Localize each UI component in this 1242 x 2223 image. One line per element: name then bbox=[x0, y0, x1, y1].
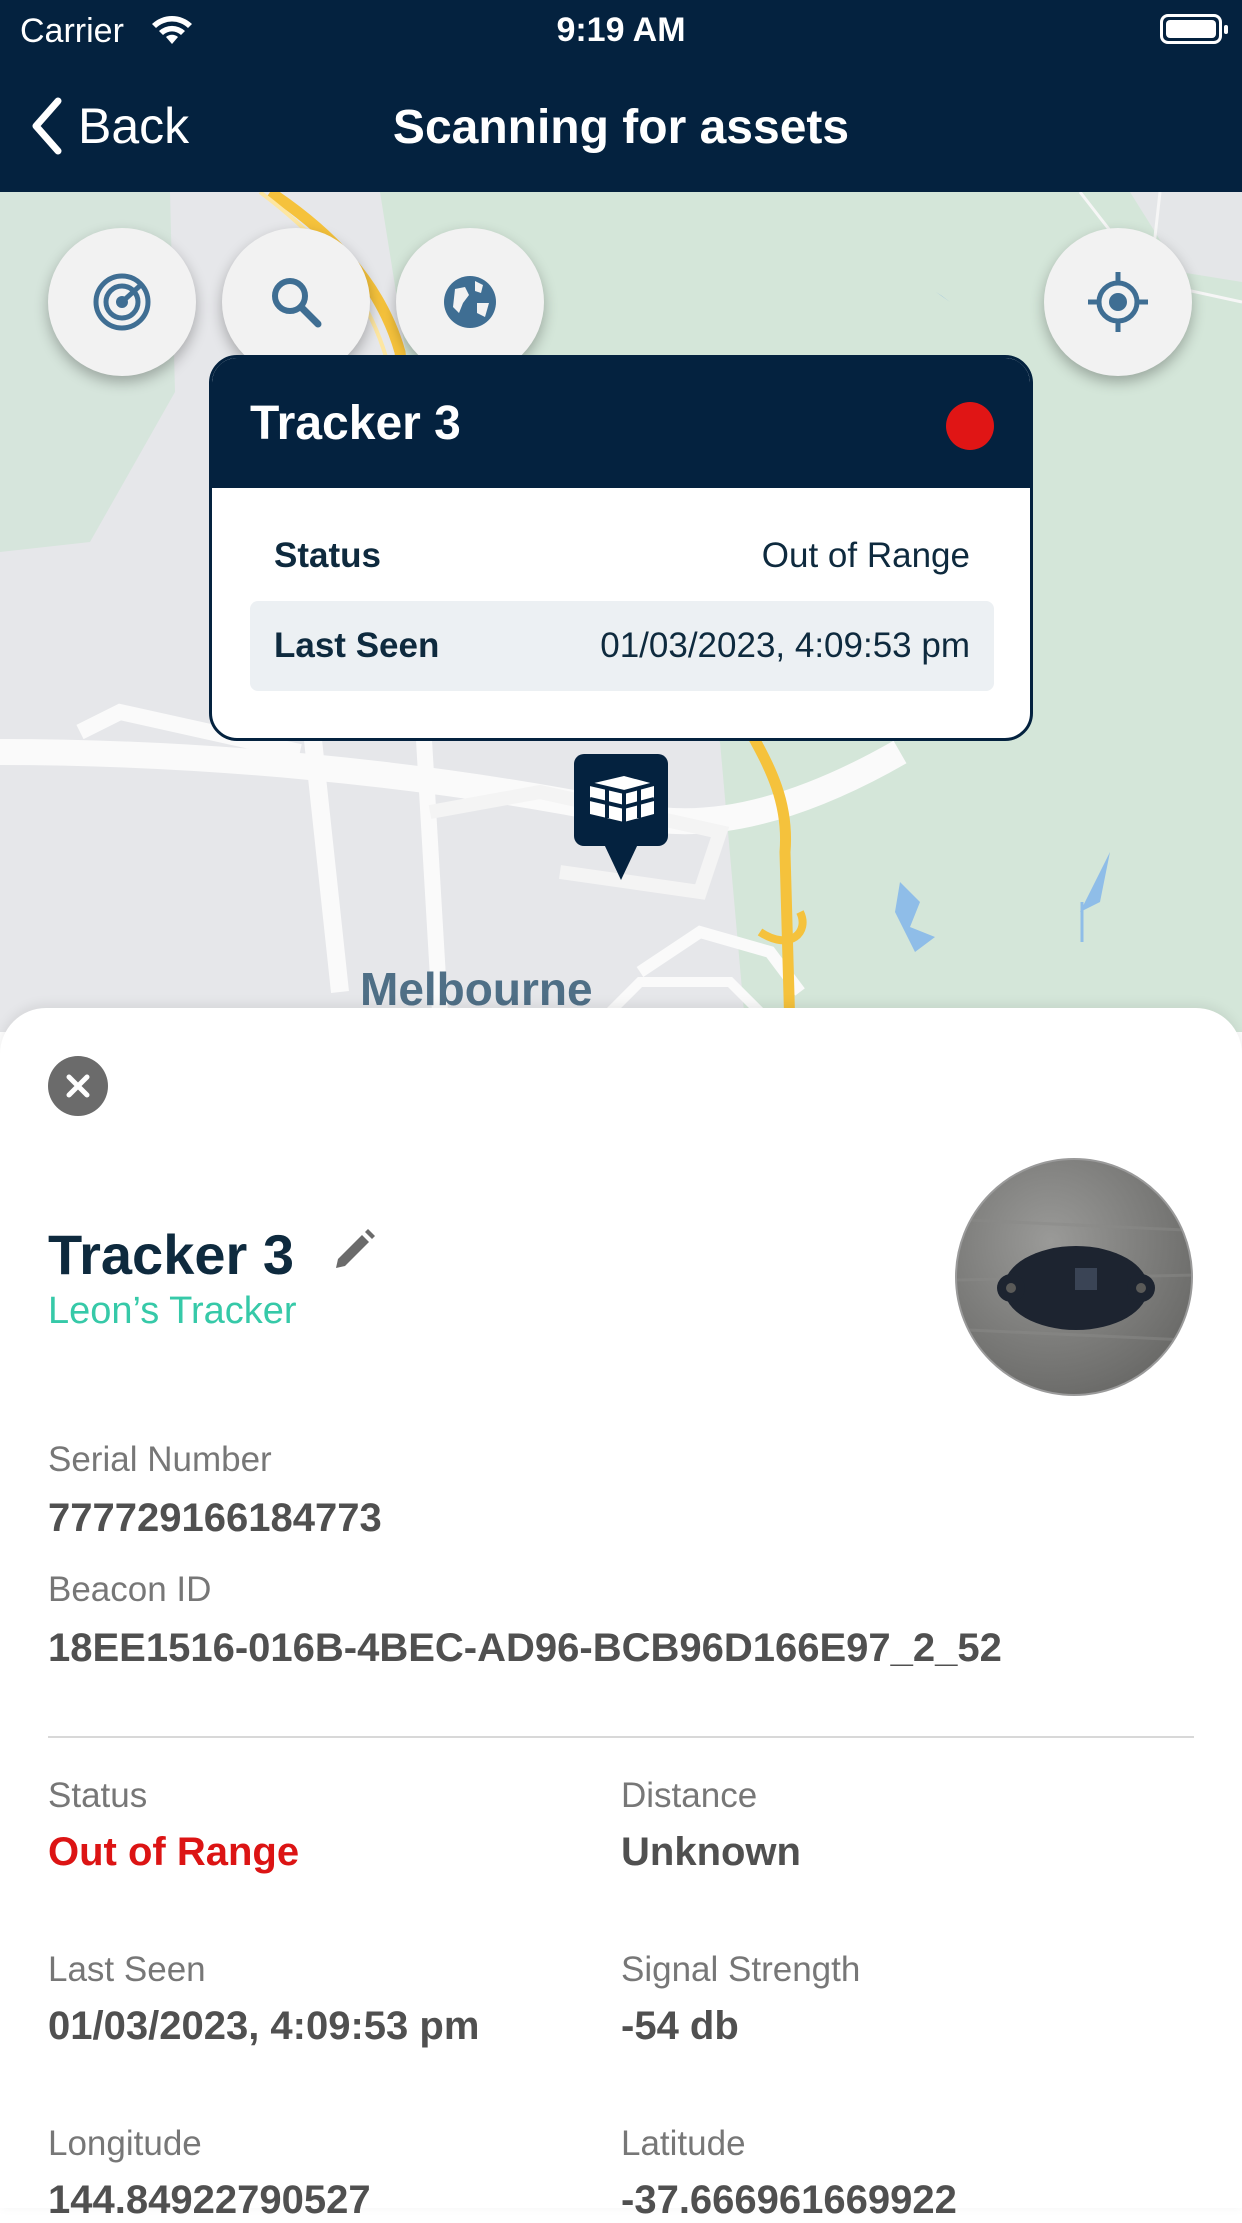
serial-number-value: 777729166184773 bbox=[48, 1496, 382, 1540]
my-location-button[interactable] bbox=[1044, 228, 1192, 376]
last-seen-value: 01/03/2023, 4:09:53 pm bbox=[48, 2004, 480, 2048]
longitude-value: 144.84922790527 bbox=[48, 2178, 371, 2222]
distance-value: Unknown bbox=[621, 1830, 801, 1874]
asset-nickname: Leon’s Tracker bbox=[48, 1290, 297, 1332]
asset-photo[interactable] bbox=[955, 1158, 1193, 1396]
close-button[interactable] bbox=[48, 1056, 108, 1116]
callout-row-key: Status bbox=[274, 536, 381, 575]
asset-name: Tracker 3 bbox=[48, 1223, 294, 1286]
globe-button[interactable] bbox=[396, 228, 544, 376]
search-button[interactable] bbox=[222, 228, 370, 376]
callout-header: Tracker 3 bbox=[212, 358, 1030, 488]
latitude-value: -37.666961669922 bbox=[621, 2178, 957, 2222]
divider bbox=[48, 1736, 1194, 1738]
asset-detail-sheet: Tracker 3 Leon’s Tracker Serial Number 7… bbox=[0, 1008, 1242, 2222]
longitude-label: Longitude bbox=[48, 2124, 202, 2163]
tracker-callout[interactable]: Tracker 3 Status Out of Range Last Seen … bbox=[209, 355, 1033, 741]
signal-strength-label: Signal Strength bbox=[621, 1950, 861, 1989]
status-value: Out of Range bbox=[48, 1830, 300, 1874]
radar-button[interactable] bbox=[48, 228, 196, 376]
clock: 9:19 AM bbox=[556, 11, 686, 49]
status-bar: Carrier 9:19 AM bbox=[0, 0, 1242, 62]
navigation-bar: Back Scanning for assets bbox=[0, 62, 1242, 192]
globe-icon bbox=[444, 276, 496, 328]
edit-name-button[interactable] bbox=[330, 1226, 378, 1279]
distance-label: Distance bbox=[621, 1776, 758, 1815]
radar-icon bbox=[93, 273, 151, 331]
battery-icon bbox=[1160, 14, 1228, 44]
pallet-boxes-icon bbox=[589, 776, 655, 822]
callout-row-status: Status Out of Range bbox=[250, 511, 994, 601]
latitude-label: Latitude bbox=[621, 2124, 746, 2163]
search-icon bbox=[272, 278, 322, 328]
close-icon bbox=[66, 1074, 90, 1098]
callout-row-value: 01/03/2023, 4:09:53 pm bbox=[600, 626, 970, 665]
callout-title: Tracker 3 bbox=[250, 397, 461, 450]
status-label: Status bbox=[48, 1776, 148, 1815]
status-indicator-dot bbox=[946, 402, 994, 450]
back-button[interactable]: Back bbox=[30, 96, 189, 156]
chevron-left-icon bbox=[32, 97, 62, 155]
callout-row-key: Last Seen bbox=[274, 626, 440, 665]
beacon-id-value: 18EE1516-016B-4BEC-AD96-BCB96D166E97_2_5… bbox=[48, 1626, 1002, 1670]
pencil-icon bbox=[336, 1229, 375, 1268]
asset-map-pin[interactable] bbox=[572, 752, 670, 882]
last-seen-label: Last Seen bbox=[48, 1950, 206, 1989]
callout-row-last-seen: Last Seen 01/03/2023, 4:09:53 pm bbox=[250, 601, 994, 691]
back-label: Back bbox=[78, 98, 190, 154]
callout-row-value: Out of Range bbox=[761, 536, 970, 575]
beacon-id-label: Beacon ID bbox=[48, 1570, 212, 1609]
signal-strength-value: -54 db bbox=[621, 2004, 739, 2048]
serial-number-label: Serial Number bbox=[48, 1440, 272, 1479]
locate-icon bbox=[1088, 272, 1148, 332]
